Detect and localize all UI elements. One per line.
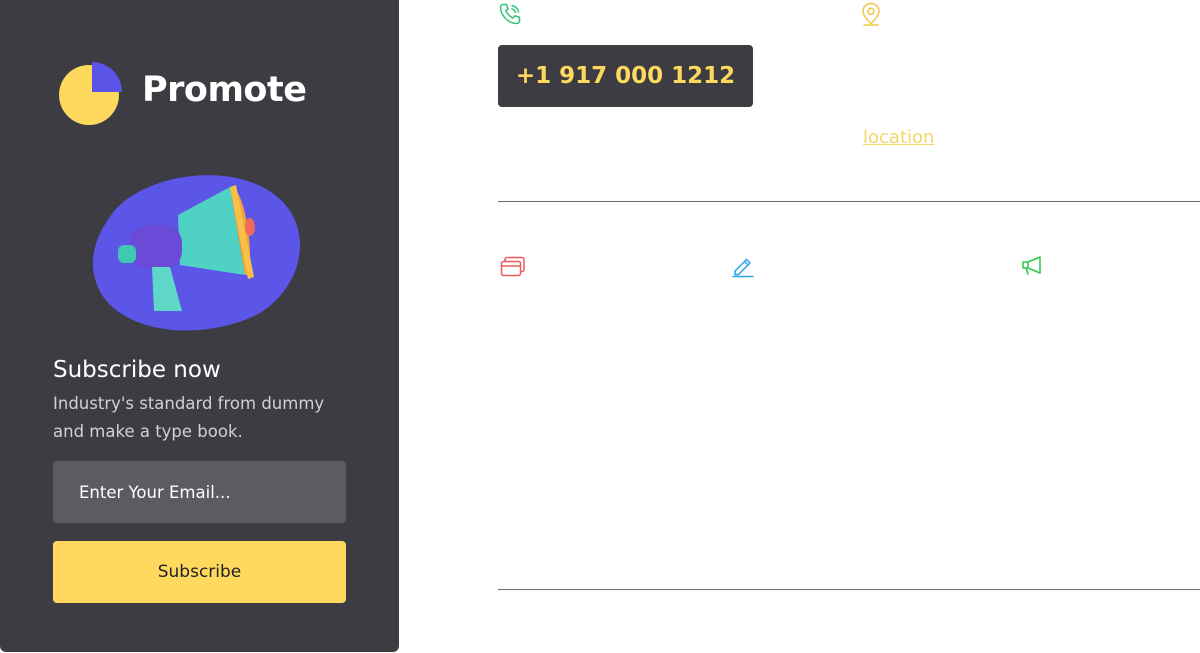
brand-name: Promote <box>142 70 307 110</box>
megaphone-icon <box>1022 256 1041 275</box>
map-pin-icon <box>862 2 880 26</box>
logo-icon <box>59 62 122 125</box>
location-link[interactable]: location <box>863 127 934 148</box>
email-input[interactable] <box>53 461 346 523</box>
subscribe-panel: Promote Subscribe now Industry's standar… <box>0 0 399 652</box>
phone-number-button[interactable]: +1 917 000 1212 <box>498 45 753 107</box>
subscribe-button[interactable]: Subscribe <box>53 541 346 603</box>
divider-bottom <box>498 589 1200 590</box>
divider-top <box>498 201 1200 202</box>
pencil-icon <box>732 258 754 278</box>
subscribe-title: Subscribe now <box>53 357 221 383</box>
megaphone-illustration <box>92 175 301 331</box>
subscribe-description: Industry's standard from dummy and make … <box>53 394 325 441</box>
cards-icon <box>500 256 525 277</box>
phone-icon <box>499 3 521 25</box>
